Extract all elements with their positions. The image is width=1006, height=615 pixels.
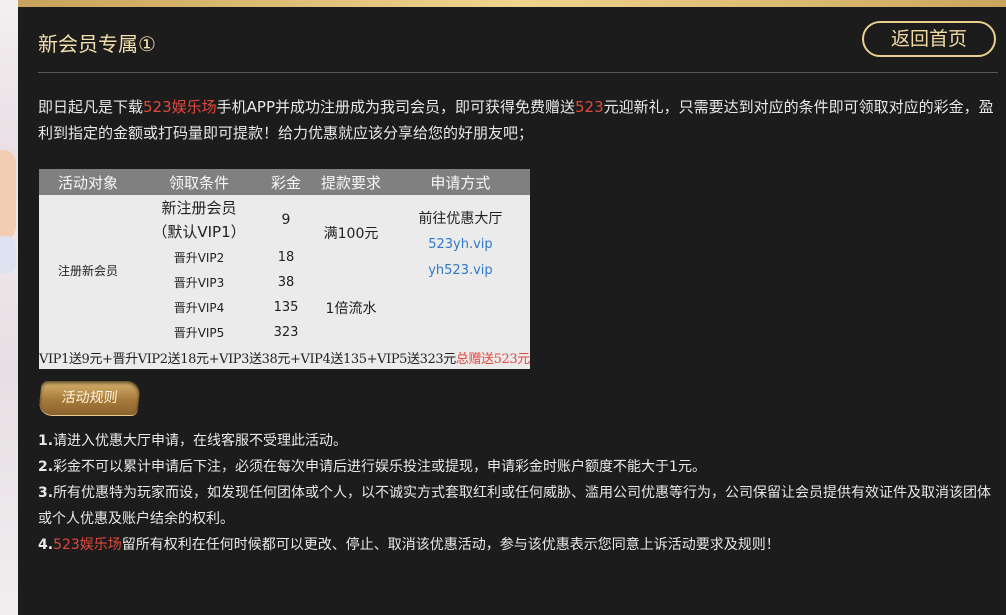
intro-text-1: 即日起凡是下载: [38, 98, 144, 116]
rules-list: 1.请进入优惠大厅申请，在线客服不受理此活动。 2.彩金不可以累计申请后下注，必…: [38, 428, 1003, 558]
table-header-bonus: 彩金: [261, 169, 311, 195]
list-item: 4.523娱乐场留所有权利在任何时候都可以更改、停止、取消该优惠活动，参与该优惠…: [38, 532, 1003, 558]
apply-text: 前往优惠大厅: [418, 211, 503, 227]
back-home-button[interactable]: 返回首页: [862, 21, 996, 57]
table-summary: VIP1送9元+晋升VIP2送18元+VIP3送38元+VIP4送135+VIP…: [39, 345, 530, 369]
condition-line-2: （默认VIP1）: [152, 223, 246, 241]
apply-link-2[interactable]: yh523.vip: [391, 258, 530, 284]
intro-text-2: 手机APP并成功注册成为我司会员，即可获得免费赠送: [216, 98, 576, 116]
rule-number: 1.: [38, 433, 54, 449]
table-cell-bonus: 323: [261, 320, 311, 345]
table-cell-condition: 晋升VIP3: [137, 270, 261, 295]
table-cell-bonus: 38: [261, 270, 311, 295]
table-cell-apply-empty: [391, 295, 530, 345]
intro-brand: 523娱乐场: [143, 98, 217, 116]
table-cell-bonus: 9: [261, 195, 311, 245]
intro-paragraph: 即日起凡是下载523娱乐场手机APP并成功注册成为我司会员，即可获得免费赠送52…: [38, 94, 998, 146]
gold-top-border: [18, 0, 1006, 7]
table-cell-apply: 前往优惠大厅 523yh.vip yh523.vip: [391, 195, 530, 295]
background-artwork: [0, 0, 18, 615]
table-cell-condition: 晋升VIP5: [137, 320, 261, 345]
summary-main: VIP1送9元+晋升VIP2送18元+VIP3送38元+VIP4送135+VIP…: [39, 351, 456, 367]
background-figure-detail: [0, 236, 16, 274]
condition-line-1: 新注册会员: [161, 199, 237, 217]
table-header-row: 活动对象 领取条件 彩金 提款要求 申请方式: [39, 169, 530, 195]
table-cell-condition: 晋升VIP2: [137, 245, 261, 270]
title-divider: [38, 72, 998, 73]
rule-text: 留所有权利在任何时候都可以更改、停止、取消该优惠活动，参与该优惠表示您同意上诉活…: [121, 537, 780, 553]
intro-amount: 523: [575, 98, 604, 116]
table-cell-condition: 晋升VIP4: [137, 295, 261, 320]
promo-panel: 新会员专属① 返回首页 即日起凡是下载523娱乐场手机APP并成功注册成为我司会…: [18, 0, 1006, 615]
rules-badge: 活动规则: [38, 381, 141, 415]
table-cell-withdraw-2: 1倍流水: [311, 270, 391, 345]
table-header-apply: 申请方式: [391, 169, 530, 195]
rule-text: 彩金不可以累计申请后下注，必须在每次申请后进行娱乐投注或提现，申请彩金时账户额度…: [53, 459, 706, 475]
rule-brand: 523娱乐场: [53, 537, 122, 553]
rule-number: 4.: [38, 537, 54, 553]
table-cell-bonus: 135: [261, 295, 311, 320]
rule-text: 所有优惠特为玩家而设，如发现任何团体或个人，以不诚实方式套取红利或任何威胁、滥用…: [38, 485, 992, 527]
list-item: 2.彩金不可以累计申请后下注，必须在每次申请后进行娱乐投注或提现，申请彩金时账户…: [38, 454, 1003, 480]
rule-number: 3.: [38, 485, 54, 501]
table-header-target: 活动对象: [39, 169, 137, 195]
background-figure: [0, 150, 16, 240]
promo-table: 活动对象 领取条件 彩金 提款要求 申请方式 注册新会员 新注册会员 （默认VI…: [39, 169, 530, 369]
rule-text: 请进入优惠大厅申请，在线客服不受理此活动。: [53, 433, 348, 449]
table-cell-target: 注册新会员: [39, 195, 137, 345]
summary-total: 总赠送523元: [455, 351, 530, 367]
page-title: 新会员专属①: [38, 32, 156, 56]
table-summary-row: VIP1送9元+晋升VIP2送18元+VIP3送38元+VIP4送135+VIP…: [39, 345, 530, 369]
rule-number: 2.: [38, 459, 54, 475]
table-header-condition: 领取条件: [137, 169, 261, 195]
table-cell-withdraw-1: 满100元: [311, 195, 391, 270]
table-row: 注册新会员 新注册会员 （默认VIP1） 9 满100元 前往优惠大厅 523y…: [39, 195, 530, 345]
table-header-withdraw: 提款要求: [311, 169, 391, 195]
apply-link-1[interactable]: 523yh.vip: [391, 232, 530, 258]
table-cell-bonus: 18: [261, 245, 311, 270]
list-item: 3.所有优惠特为玩家而设，如发现任何团体或个人，以不诚实方式套取红利或任何威胁、…: [38, 480, 1003, 532]
list-item: 1.请进入优惠大厅申请，在线客服不受理此活动。: [38, 428, 1003, 454]
table-cell-condition: 新注册会员 （默认VIP1）: [137, 195, 261, 245]
